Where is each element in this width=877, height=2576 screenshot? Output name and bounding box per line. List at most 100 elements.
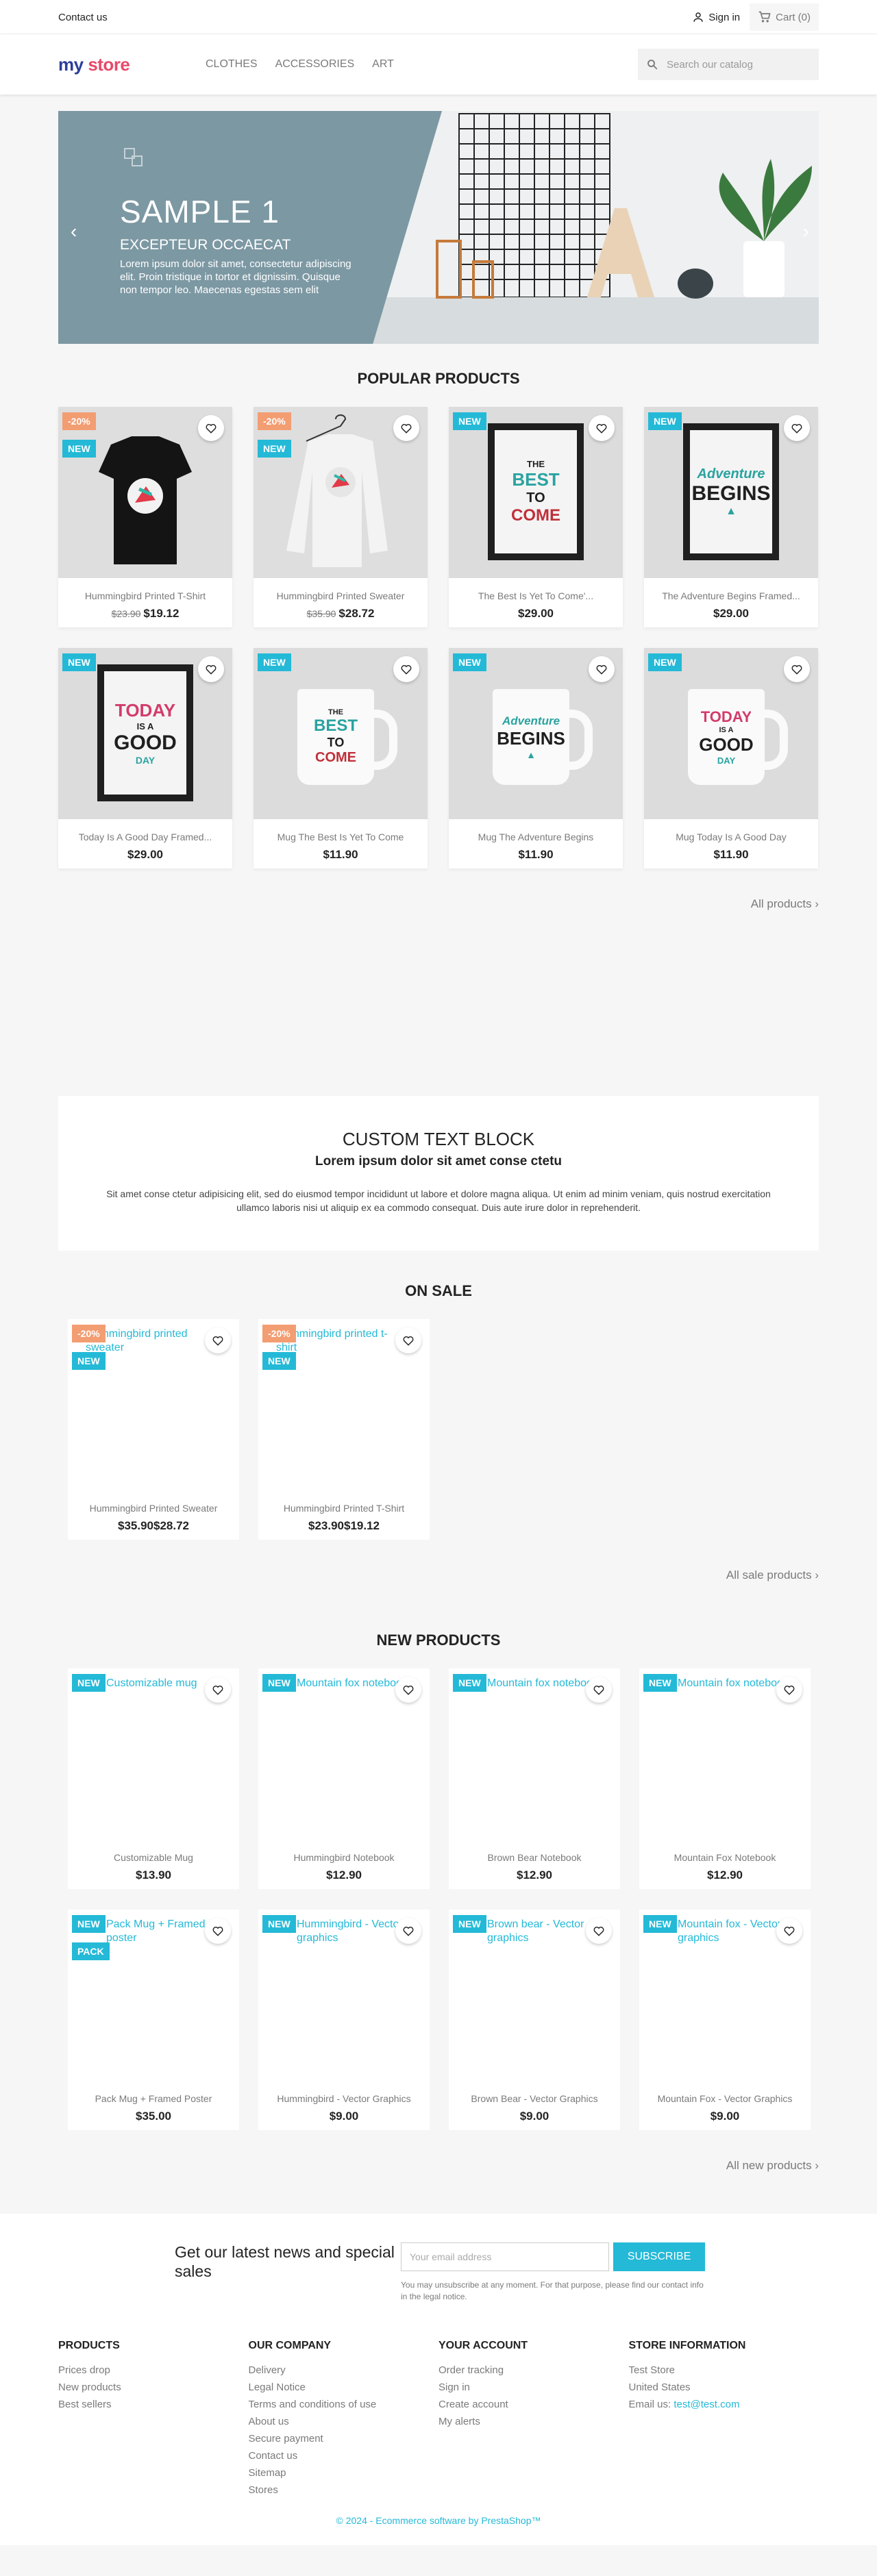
product-thumbnail[interactable]: -20% NEW <box>254 407 428 578</box>
product-thumbnail[interactable]: THE BEST TO COME NEW <box>449 407 623 578</box>
footer-link[interactable]: My alerts <box>438 2413 629 2430</box>
product-card[interactable]: Brown bear - Vector graphics NEW Brown Bea… <box>449 1910 620 2130</box>
wishlist-button[interactable] <box>784 415 810 441</box>
product-name[interactable]: Today Is A Good Day Framed... <box>58 831 232 842</box>
wishlist-button[interactable] <box>395 1918 421 1944</box>
product-card[interactable]: Customizable mug NEW Customizable Mug $13.9… <box>68 1668 239 1889</box>
footer-link[interactable]: Best sellers <box>58 2396 249 2413</box>
product-name[interactable]: Mountain Fox - Vector Graphics <box>639 2093 811 2104</box>
product-thumbnail[interactable]: Mountain fox notebook NEW <box>449 1668 620 1840</box>
menu-item-art[interactable]: ART <box>372 58 394 71</box>
product-card[interactable]: Hummingbird printed sweater -20% NEW Hum… <box>68 1319 239 1540</box>
footer-link[interactable]: Sign in <box>438 2379 629 2396</box>
product-name[interactable]: Hummingbird Printed Sweater <box>254 590 428 601</box>
footer-link[interactable]: Terms and conditions of use <box>249 2396 439 2413</box>
all-sale-products-link[interactable]: All sale products › <box>58 1568 819 1582</box>
product-card[interactable]: -20% NEW Hummingbird Printed Sweater $35… <box>254 407 428 627</box>
product-name[interactable]: Mug The Best Is Yet To Come <box>254 831 428 842</box>
product-thumbnail[interactable]: Hummingbird - Vector graphics NEW <box>258 1910 430 2081</box>
footer-link[interactable]: Legal Notice <box>249 2379 439 2396</box>
signin-link[interactable]: Sign in <box>692 11 740 23</box>
footer-link[interactable]: Stores <box>249 2481 439 2499</box>
footer-link[interactable]: New products <box>58 2379 249 2396</box>
contact-link[interactable]: Contact us <box>58 12 108 23</box>
product-card[interactable]: THE BEST TO COME NEW Mug The Best Is Yet To… <box>254 648 428 868</box>
product-thumbnail[interactable]: Mountain fox - Vector graphics NEW <box>639 1910 811 2081</box>
product-card[interactable]: Mountain fox notebook NEW Mountain Fox Not… <box>639 1668 811 1889</box>
product-card[interactable]: THE BEST TO COME NEW The Best Is Yet To Com… <box>449 407 623 627</box>
product-name[interactable]: Mug The Adventure Begins <box>449 831 623 842</box>
product-name[interactable]: Pack Mug + Framed Poster <box>68 2093 239 2104</box>
subscribe-button[interactable]: SUBSCRIBE <box>613 2242 705 2271</box>
all-new-products-link[interactable]: All new products › <box>58 2159 819 2173</box>
footer-link[interactable]: Contact us <box>249 2447 439 2464</box>
product-card[interactable]: Adventure BEGINS ▲ NEW The Adventure Begin… <box>644 407 818 627</box>
product-card[interactable]: Mountain fox notebook NEW Hummingbird Note… <box>258 1668 430 1889</box>
product-card[interactable]: TODAY IS A GOOD DAY NEW Mug Today Is A Good… <box>644 648 818 868</box>
product-name[interactable]: The Best Is Yet To Come'... <box>449 590 623 601</box>
wishlist-button[interactable] <box>395 1677 421 1703</box>
footer-link[interactable]: Order tracking <box>438 2362 629 2379</box>
footer-link[interactable]: About us <box>249 2413 439 2430</box>
product-card[interactable]: Hummingbird - Vector graphics NEW Hummingb… <box>258 1910 430 2130</box>
product-card[interactable]: Pack Mug + Framed poster NEW PACK Pack Mug … <box>68 1910 239 2130</box>
store-email-link[interactable]: test@test.com <box>674 2399 739 2410</box>
hero-carousel[interactable]: ‹ › SAMPLE 1 EXCEPTEUR OCCAECAT Lorem ip… <box>58 111 819 344</box>
product-name[interactable]: The Adventure Begins Framed... <box>644 590 818 601</box>
wishlist-button[interactable] <box>393 415 419 441</box>
product-thumbnail[interactable]: Mountain fox notebook NEW <box>258 1668 430 1840</box>
store-logo[interactable]: my store <box>58 54 206 75</box>
product-thumbnail[interactable]: Customizable mug NEW <box>68 1668 239 1840</box>
product-name[interactable]: Brown Bear Notebook <box>449 1852 620 1863</box>
product-name[interactable]: Hummingbird Notebook <box>258 1852 430 1863</box>
footer-link[interactable]: Prices drop <box>58 2362 249 2379</box>
wishlist-button[interactable] <box>393 656 419 682</box>
product-name[interactable]: Mountain Fox Notebook <box>639 1852 811 1863</box>
product-thumbnail[interactable]: Adventure BEGINS ▲ NEW <box>644 407 818 578</box>
product-card[interactable]: TODAY IS A GOOD DAY NEW Today Is A Good Day… <box>58 648 232 868</box>
product-name[interactable]: Hummingbird Printed Sweater <box>68 1503 239 1514</box>
product-name[interactable]: Hummingbird Printed T-Shirt <box>258 1503 430 1514</box>
footer-link[interactable]: Delivery <box>249 2362 439 2379</box>
product-name[interactable]: Customizable Mug <box>68 1852 239 1863</box>
product-thumbnail[interactable]: Brown bear - Vector graphics NEW <box>449 1910 620 2081</box>
wishlist-button[interactable] <box>395 1327 421 1353</box>
wishlist-button[interactable] <box>784 656 810 682</box>
wishlist-button[interactable] <box>589 415 615 441</box>
wishlist-button[interactable] <box>198 656 224 682</box>
product-thumbnail[interactable]: Hummingbird printed sweater -20% NEW <box>68 1319 239 1490</box>
product-name[interactable]: Brown Bear - Vector Graphics <box>449 2093 620 2104</box>
search-input[interactable]: Search our catalog <box>638 49 819 80</box>
copyright-link[interactable]: © 2024 - Ecommerce software by PrestaSho… <box>58 2515 819 2526</box>
product-card[interactable]: Hummingbird printed t-shirt -20% NEW Hum… <box>258 1319 430 1540</box>
product-name[interactable]: Mug Today Is A Good Day <box>644 831 818 842</box>
wishlist-button[interactable] <box>205 1918 231 1944</box>
product-name[interactable]: Hummingbird - Vector Graphics <box>258 2093 430 2104</box>
wishlist-button[interactable] <box>589 656 615 682</box>
cart-button[interactable]: Cart (0) <box>750 3 819 31</box>
footer-link[interactable]: Sitemap <box>249 2464 439 2481</box>
wishlist-button[interactable] <box>776 1918 802 1944</box>
newsletter-email-input[interactable]: Your email address <box>401 2242 609 2271</box>
wishlist-button[interactable] <box>205 1327 231 1353</box>
product-thumbnail[interactable]: Hummingbird printed t-shirt -20% NEW <box>258 1319 430 1490</box>
product-thumbnail[interactable]: Adventure BEGINS ▲ NEW <box>449 648 623 819</box>
product-card[interactable]: Mountain fox notebook NEW Brown Bear Noteb… <box>449 1668 620 1889</box>
all-products-link[interactable]: All products › <box>58 897 819 911</box>
wishlist-button[interactable] <box>586 1918 612 1944</box>
menu-item-clothes[interactable]: CLOTHES <box>206 58 258 71</box>
product-name[interactable]: Hummingbird Printed T-Shirt <box>58 590 232 601</box>
product-thumbnail[interactable]: Mountain fox notebook NEW <box>639 1668 811 1840</box>
footer-link[interactable]: Secure payment <box>249 2430 439 2447</box>
wishlist-button[interactable] <box>198 415 224 441</box>
product-thumbnail[interactable]: Pack Mug + Framed poster NEW PACK <box>68 1910 239 2081</box>
product-card[interactable]: Adventure BEGINS ▲ NEW Mug The Adventure B… <box>449 648 623 868</box>
wishlist-button[interactable] <box>776 1677 802 1703</box>
product-card[interactable]: -20% NEW Hummingbird Printed T-Shirt $23… <box>58 407 232 627</box>
product-card[interactable]: Mountain fox - Vector graphics NEW Mountai… <box>639 1910 811 2130</box>
wishlist-button[interactable] <box>205 1677 231 1703</box>
menu-item-accessories[interactable]: ACCESSORIES <box>275 58 355 71</box>
product-thumbnail[interactable]: -20% NEW <box>58 407 232 578</box>
chevron-right-icon[interactable]: › <box>803 221 809 242</box>
product-thumbnail[interactable]: TODAY IS A GOOD DAY NEW <box>644 648 818 819</box>
